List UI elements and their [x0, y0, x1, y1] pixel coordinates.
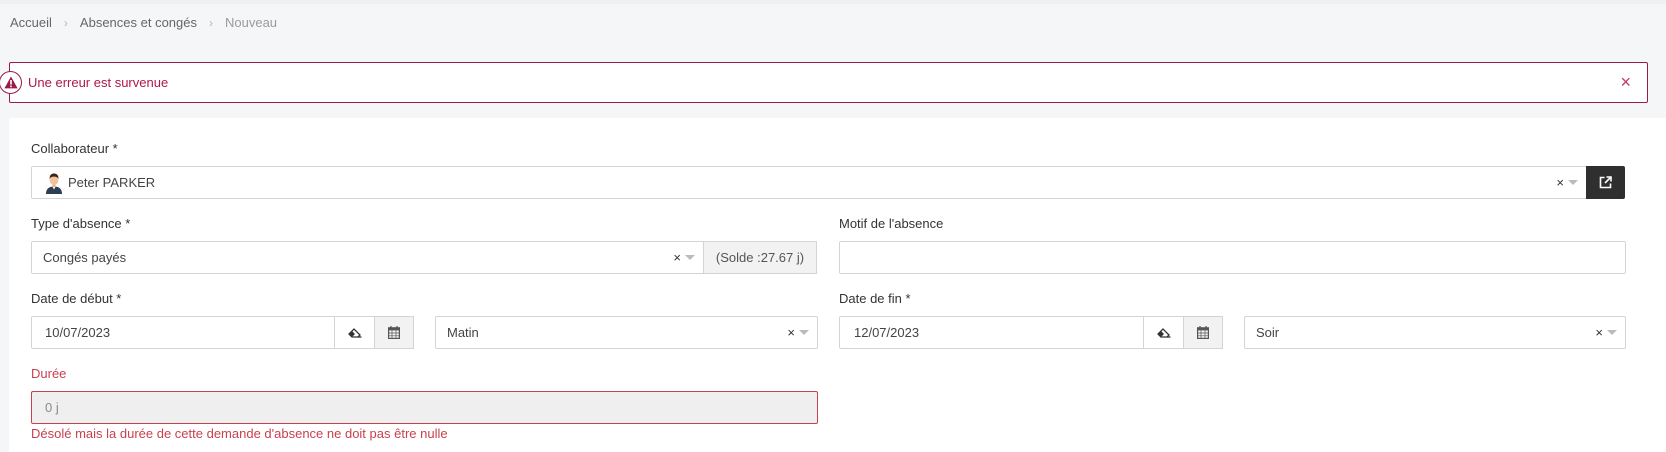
open-collaborator-button[interactable] — [1586, 166, 1625, 199]
breadcrumb-current: Nouveau — [225, 15, 278, 30]
absence-type-clear-button[interactable]: × — [673, 250, 681, 265]
eraser-icon — [1156, 327, 1170, 338]
top-border — [0, 0, 1666, 4]
absence-balance-text: (Solde :27.67 j) — [715, 250, 805, 265]
start-date-input[interactable]: 10/07/2023 — [31, 316, 335, 349]
end-period-value: Soir — [1256, 325, 1280, 340]
end-period-select[interactable]: Soir × — [1244, 316, 1626, 349]
duration-error-message: Désolé mais la durée de cette demande d'… — [31, 426, 448, 441]
end-date-input[interactable]: 12/07/2023 — [839, 316, 1144, 349]
breadcrumb-absences[interactable]: Absences et congés — [80, 15, 197, 30]
end-date-value: 12/07/2023 — [854, 325, 920, 340]
eraser-icon — [347, 327, 361, 338]
reason-label: Motif de l'absence — [839, 216, 944, 231]
absence-type-select[interactable]: Congés payés × — [31, 241, 704, 274]
duration-label: Durée — [31, 366, 67, 381]
start-period-select[interactable]: Matin × — [435, 316, 818, 349]
start-date-value: 10/07/2023 — [45, 325, 111, 340]
start-period-value: Matin — [447, 325, 479, 340]
start-date-label: Date de début * — [31, 291, 122, 306]
duration-value: 0 j — [45, 400, 59, 415]
absence-balance-badge: (Solde :27.67 j) — [703, 241, 817, 274]
alert-close-button[interactable]: × — [1620, 72, 1631, 93]
end-date-clear-button[interactable] — [1143, 316, 1184, 349]
chevron-down-icon — [799, 330, 809, 335]
duration-field: 0 j — [31, 391, 818, 424]
start-date-calendar-button[interactable] — [374, 316, 414, 349]
start-period-clear-button[interactable]: × — [787, 325, 795, 340]
calendar-icon — [1197, 326, 1209, 339]
error-alert: Une erreur est survenue × — [0, 62, 1648, 103]
collaborator-select[interactable]: Peter PARKER × — [31, 166, 1587, 199]
end-date-label: Date de fin * — [839, 291, 911, 306]
warning-triangle-icon — [0, 71, 22, 94]
collaborator-label: Collaborateur * — [31, 141, 118, 156]
start-date-clear-button[interactable] — [334, 316, 375, 349]
collaborator-clear-button[interactable]: × — [1556, 175, 1564, 190]
chevron-down-icon — [685, 255, 695, 260]
alert-message: Une erreur est survenue — [28, 75, 169, 90]
end-date-calendar-button[interactable] — [1183, 316, 1223, 349]
external-link-icon — [1599, 176, 1612, 189]
reason-input[interactable] — [839, 241, 1626, 274]
breadcrumb-home[interactable]: Accueil — [10, 15, 52, 30]
chevron-down-icon — [1568, 180, 1578, 185]
chevron-down-icon — [1607, 330, 1617, 335]
absence-type-value: Congés payés — [43, 250, 127, 265]
collaborator-value: Peter PARKER — [68, 175, 156, 190]
absence-type-label: Type d'absence * — [31, 216, 131, 231]
breadcrumb: Accueil › Absences et congés › Nouveau — [10, 15, 277, 30]
calendar-icon — [388, 326, 400, 339]
avatar — [44, 172, 64, 194]
end-period-clear-button[interactable]: × — [1595, 325, 1603, 340]
breadcrumb-separator-icon: › — [209, 15, 213, 30]
breadcrumb-separator-icon: › — [63, 15, 68, 30]
